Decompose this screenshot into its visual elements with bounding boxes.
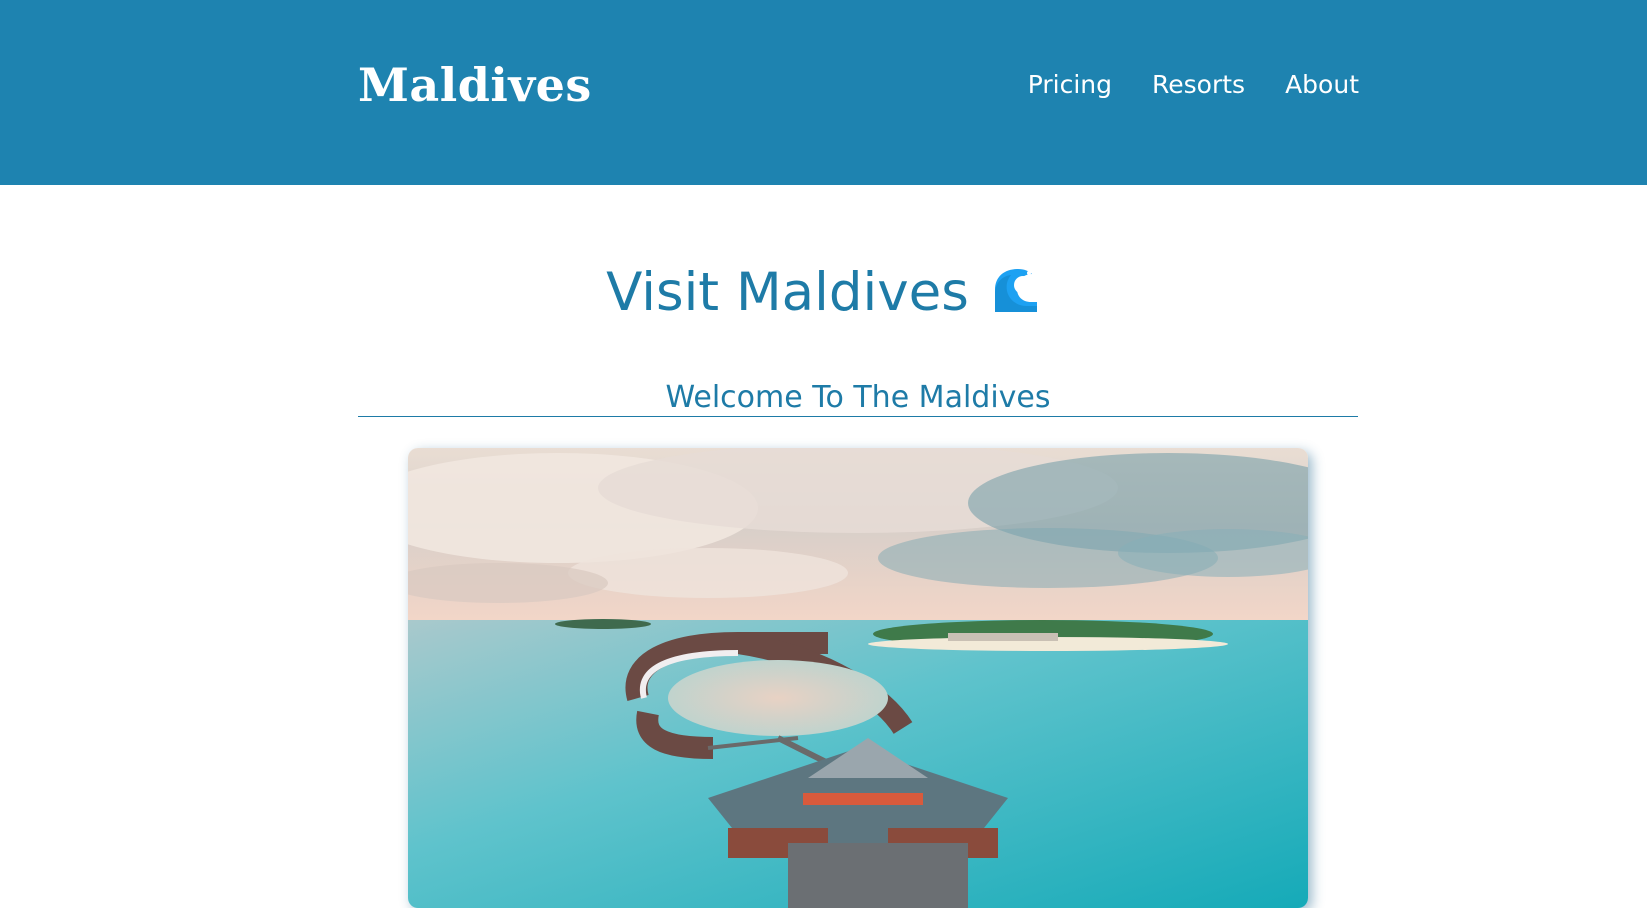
nav-link-resorts[interactable]: Resorts <box>1152 70 1245 99</box>
nav-link-pricing[interactable]: Pricing <box>1028 70 1112 99</box>
resort-photo <box>408 448 1308 908</box>
water-wave-icon <box>990 264 1041 316</box>
site-header: Maldives Pricing Resorts About <box>0 0 1647 185</box>
site-logo[interactable]: Maldives <box>358 58 592 112</box>
page-title: Visit Maldives <box>0 258 1647 328</box>
section-heading: Welcome To The Maldives <box>665 380 1051 415</box>
main-nav: Pricing Resorts About <box>1028 70 1359 99</box>
section-divider <box>358 416 1358 417</box>
nav-link-about[interactable]: About <box>1285 70 1359 99</box>
page-title-text: Visit Maldives <box>606 262 969 323</box>
